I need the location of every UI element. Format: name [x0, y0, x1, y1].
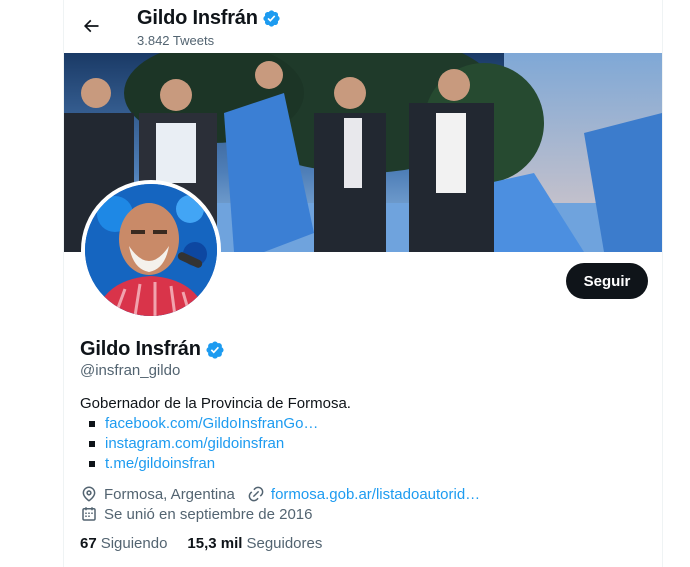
bio-link-item: facebook.com/GildoInsfranGo…	[80, 414, 640, 434]
following-stat[interactable]: 67 Siguiendo	[80, 535, 167, 552]
profile-handle: @insfran_gildo	[80, 362, 181, 379]
bullet-icon	[89, 421, 95, 427]
profile-column: Gildo Insfrán 3.842 Tweets Seguir Gildo …	[63, 0, 663, 567]
followers-stat[interactable]: 15,3 mil Seguidores	[187, 535, 322, 552]
followers-count: 15,3 mil	[187, 535, 243, 552]
following-label: Siguiendo	[100, 535, 168, 552]
header-name: Gildo Insfrán	[137, 7, 258, 29]
followers-label: Seguidores	[246, 535, 323, 552]
bio-link-item: t.me/gildoinsfran	[80, 454, 640, 474]
telegram-link[interactable]: t.me/gildoinsfran	[105, 454, 215, 474]
instagram-link[interactable]: instagram.com/gildoinsfran	[105, 434, 284, 454]
back-button[interactable]	[76, 11, 106, 41]
arrow-left-icon	[83, 19, 99, 33]
location-pin-icon	[82, 486, 96, 502]
facebook-link[interactable]: facebook.com/GildoInsfranGo…	[105, 414, 318, 434]
verified-badge-icon	[263, 10, 280, 27]
bio-link-item: instagram.com/gildoinsfran	[80, 434, 640, 454]
profile-name: Gildo Insfrán	[80, 338, 201, 360]
profile-name-row: Gildo Insfrán	[80, 338, 225, 361]
avatar[interactable]	[81, 180, 221, 320]
website-link[interactable]: formosa.gob.ar/listadoautorid…	[271, 486, 480, 503]
following-count: 67	[80, 535, 97, 552]
link-icon	[248, 486, 264, 502]
profile-meta-row: Formosa, Argentina formosa.gob.ar/listad…	[80, 485, 480, 503]
joined-row: Se unió en septiembre de 2016	[80, 505, 312, 523]
profile-header: Gildo Insfrán 3.842 Tweets	[64, 0, 662, 53]
location-text: Formosa, Argentina	[104, 485, 235, 503]
bullet-icon	[89, 461, 95, 467]
tweets-count: 3.842 Tweets	[137, 33, 215, 48]
joined-text: Se unió en septiembre de 2016	[104, 505, 313, 523]
profile-bio: Gobernador de la Provincia de Formosa. f…	[80, 394, 640, 474]
header-title: Gildo Insfrán	[137, 7, 281, 30]
profile-stats: 67 Siguiendo 15,3 mil Seguidores	[80, 535, 342, 552]
follow-button[interactable]: Seguir	[566, 263, 648, 299]
bullet-icon	[89, 441, 95, 447]
calendar-icon	[82, 507, 96, 521]
verified-badge-icon	[206, 340, 224, 359]
bio-text: Gobernador de la Provincia de Formosa.	[80, 395, 351, 412]
